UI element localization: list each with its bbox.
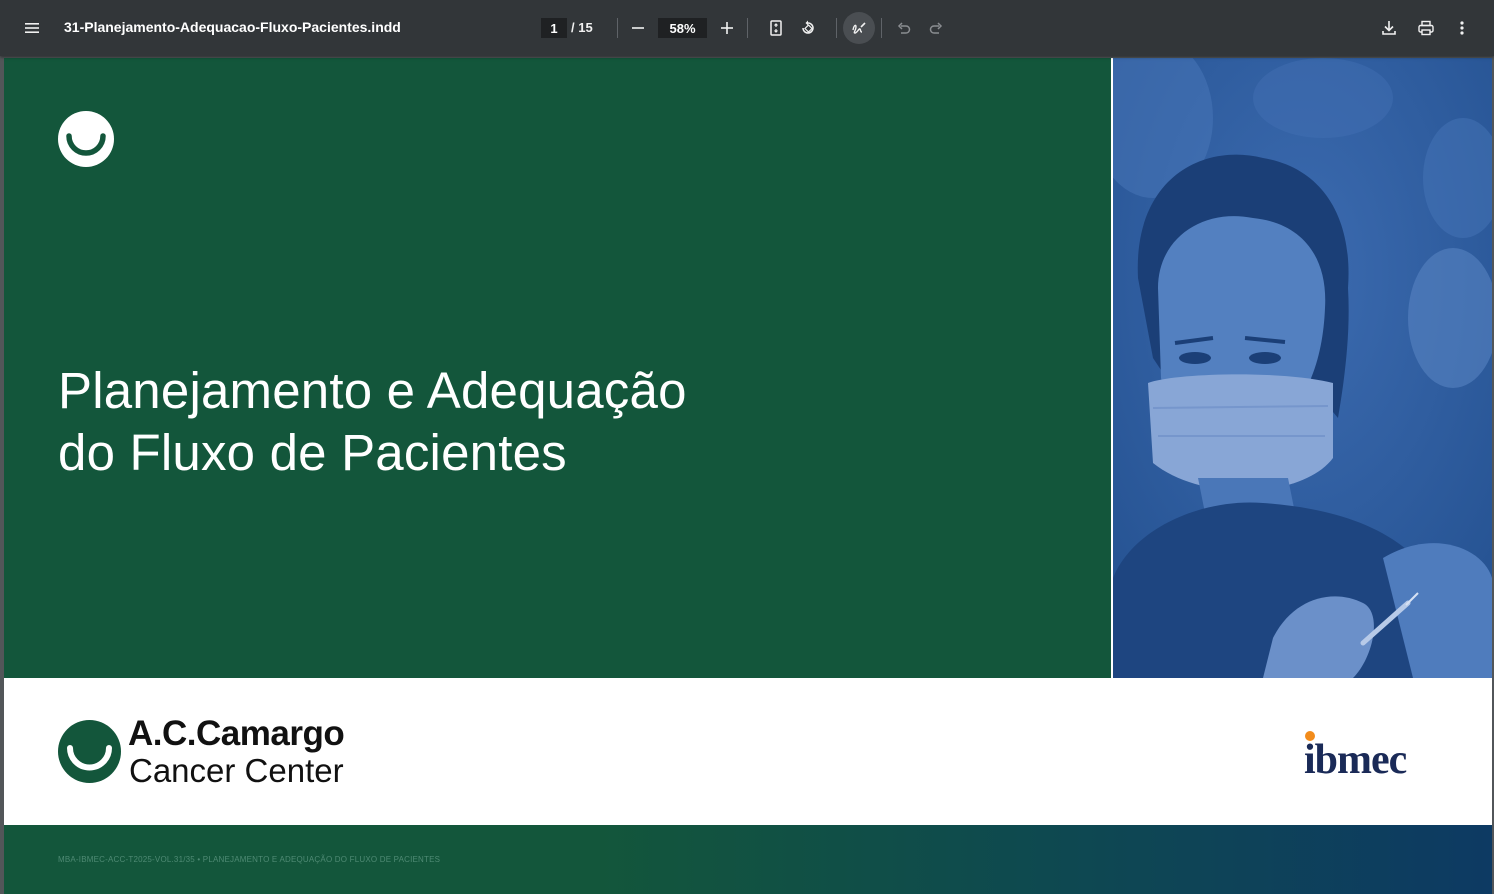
- toolbar-divider: [836, 18, 837, 38]
- masked-woman-photo-icon: [1113, 58, 1492, 678]
- cover-photo: [1113, 58, 1492, 678]
- cover-green-panel: Planejamento e Adequação do Fluxo de Pac…: [4, 58, 1111, 678]
- partner-logo-text: ibmec: [1304, 737, 1407, 780]
- cover-title-line-2: do Fluxo de Pacientes: [58, 424, 567, 481]
- menu-icon[interactable]: [16, 12, 48, 44]
- brand-subtitle: Cancer Center: [129, 752, 344, 789]
- footer-reference: MBA-IBMEC-ACC-T2025-VOL.31/35 • PLANEJAM…: [58, 855, 441, 864]
- undo-icon[interactable]: [888, 12, 920, 44]
- pdf-toolbar: 31-Planejamento-Adequacao-Fluxo-Paciente…: [0, 0, 1494, 56]
- print-icon[interactable]: [1410, 12, 1442, 44]
- ibmec-logo-icon: ibmec: [1304, 731, 1408, 780]
- logo-band: A.C.Camargo Cancer Center ibmec: [4, 678, 1492, 825]
- toolbar-divider: [881, 18, 882, 38]
- pdf-page: Planejamento e Adequação do Fluxo de Pac…: [4, 58, 1492, 894]
- page-number-input[interactable]: 1: [541, 18, 567, 38]
- redo-icon[interactable]: [920, 12, 952, 44]
- page-total-label: / 15: [571, 20, 593, 35]
- fit-page-icon[interactable]: [760, 12, 792, 44]
- rotate-icon[interactable]: [792, 12, 824, 44]
- cover-title: Planejamento e Adequação do Fluxo de Pac…: [58, 360, 687, 484]
- annotate-icon[interactable]: [843, 12, 875, 44]
- document-title: 31-Planejamento-Adequacao-Fluxo-Paciente…: [64, 19, 401, 35]
- zoom-in-icon[interactable]: [711, 12, 743, 44]
- acc-smile-logo-icon: [58, 111, 114, 167]
- download-icon[interactable]: [1373, 12, 1405, 44]
- zoom-out-icon[interactable]: [622, 12, 654, 44]
- acc-brand-logo-icon: [58, 720, 121, 783]
- brand-name: A.C.Camargo: [128, 714, 345, 753]
- more-options-icon[interactable]: [1446, 12, 1478, 44]
- zoom-level-input[interactable]: 58%: [658, 18, 707, 38]
- toolbar-divider: [747, 18, 748, 38]
- cover-title-line-1: Planejamento e Adequação: [58, 362, 687, 419]
- footer-band: MBA-IBMEC-ACC-T2025-VOL.31/35 • PLANEJAM…: [4, 825, 1492, 894]
- toolbar-divider: [617, 18, 618, 38]
